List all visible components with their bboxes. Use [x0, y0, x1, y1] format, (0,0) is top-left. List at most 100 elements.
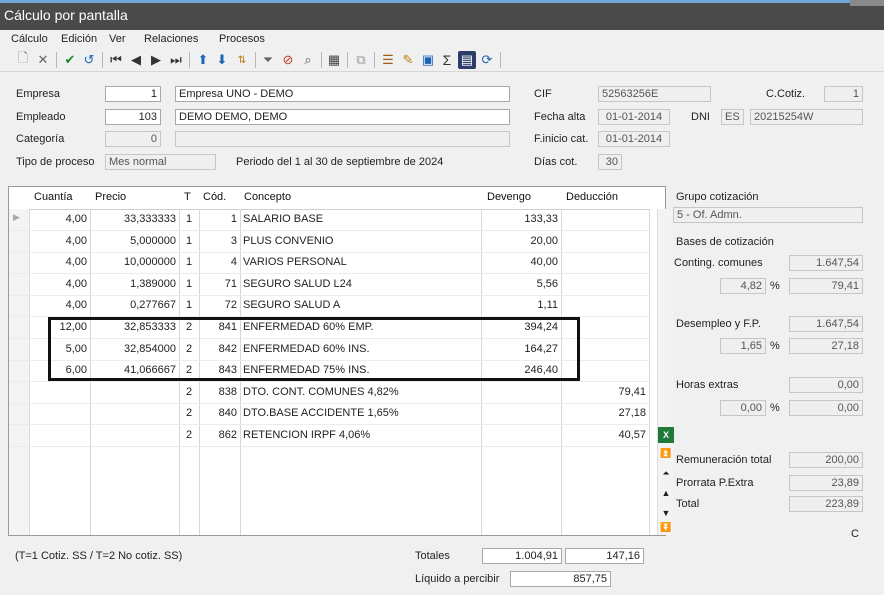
cell-cod[interactable]: 72 [199, 295, 240, 316]
sort-icon[interactable]: ⇅ [233, 51, 251, 69]
table-row[interactable]: 4,00 1,389000 1 71 SEGURO SALUD L24 5,56 [9, 274, 649, 295]
col-cuantia-header[interactable]: Cuantía [31, 187, 76, 209]
cell-cuantia[interactable]: 4,00 [29, 231, 90, 252]
cell-precio[interactable]: 1,389000 [90, 274, 179, 295]
search-icon[interactable]: ⌕ [299, 51, 317, 69]
new-icon[interactable]: 🗋 [14, 50, 32, 69]
scroll-top-icon[interactable]: ⏫ [658, 445, 674, 461]
cell-precio[interactable] [90, 382, 179, 403]
cell-cuantia[interactable]: 4,00 [29, 209, 90, 230]
menu-procesos[interactable]: Procesos [219, 33, 265, 45]
cell-cod[interactable]: 1 [199, 209, 240, 230]
filter-icon[interactable]: ⏷ [259, 51, 277, 69]
empleado-name-field[interactable]: DEMO DEMO, DEMO [175, 109, 510, 125]
cell-devengo[interactable] [481, 425, 561, 446]
cell-concepto[interactable]: DTO. CONT. COMUNES 4,82% [240, 382, 481, 403]
form-icon[interactable]: ▤ [458, 51, 476, 69]
cell-precio[interactable]: 10,000000 [90, 252, 179, 273]
grid-scrollbar[interactable]: X ⏫ ⏶ ▲ ▼ ⏬ [657, 209, 674, 535]
excel-icon[interactable]: X [658, 427, 674, 443]
cell-deduccion[interactable]: 27,18 [561, 403, 649, 424]
last-icon[interactable]: ⏭ [167, 51, 185, 69]
cell-cuantia[interactable]: 4,00 [29, 274, 90, 295]
cell-precio[interactable] [90, 403, 179, 424]
delete-icon[interactable]: ✕ [34, 51, 52, 69]
cell-precio[interactable]: 0,277667 [90, 295, 179, 316]
col-cod-header[interactable]: Cód. [200, 187, 229, 209]
cell-cod[interactable]: 840 [199, 403, 240, 424]
table-row[interactable]: 4,00 33,333333 1 1 SALARIO BASE 133,33 [9, 209, 649, 230]
cell-devengo[interactable] [481, 403, 561, 424]
scroll-pageup-icon[interactable]: ⏶ [658, 465, 674, 481]
cell-t[interactable]: 1 [179, 295, 199, 316]
cell-t[interactable]: 1 [179, 209, 199, 230]
concepts-grid[interactable]: Cuantía Precio T Cód. Concepto Devengo D… [8, 186, 674, 536]
cell-cuantia[interactable] [29, 403, 90, 424]
col-concepto-header[interactable]: Concepto [241, 187, 294, 209]
cell-deduccion[interactable] [561, 231, 649, 252]
cell-cuantia[interactable] [29, 382, 90, 403]
menu-edicion[interactable]: Edición [61, 33, 97, 45]
table-row[interactable]: 2 862 RETENCION IRPF 4,06% 40,57 [9, 425, 649, 446]
cell-concepto[interactable]: RETENCION IRPF 4,06% [240, 425, 481, 446]
first-icon[interactable]: ⏮ [107, 51, 125, 69]
next-icon[interactable]: ▶ [147, 51, 165, 69]
cell-cod[interactable]: 838 [199, 382, 240, 403]
empleado-code-field[interactable]: 103 [105, 109, 161, 125]
cell-cuantia[interactable] [29, 425, 90, 446]
cell-concepto[interactable]: DTO.BASE ACCIDENTE 1,65% [240, 403, 481, 424]
cell-devengo[interactable]: 40,00 [481, 252, 561, 273]
cell-deduccion[interactable] [561, 295, 649, 316]
cell-deduccion[interactable] [561, 209, 649, 230]
cell-precio[interactable]: 33,333333 [90, 209, 179, 230]
cell-cuantia[interactable]: 4,00 [29, 252, 90, 273]
cell-t[interactable]: 1 [179, 231, 199, 252]
cell-t[interactable]: 2 [179, 382, 199, 403]
col-deduccion-header[interactable]: Deducción [563, 187, 621, 209]
clear-filter-icon[interactable]: ⊘ [279, 51, 297, 69]
empresa-name-field[interactable]: Empresa UNO - DEMO [175, 86, 510, 102]
cell-precio[interactable]: 5,000000 [90, 231, 179, 252]
col-t-header[interactable]: T [181, 187, 194, 209]
cell-deduccion[interactable] [561, 252, 649, 273]
cell-cod[interactable]: 71 [199, 274, 240, 295]
accept-icon[interactable]: ✔ [61, 51, 79, 69]
menu-relaciones[interactable]: Relaciones [144, 33, 198, 45]
cell-cod[interactable]: 862 [199, 425, 240, 446]
col-devengo-header[interactable]: Devengo [484, 187, 534, 209]
scroll-up-icon[interactable]: ▲ [658, 485, 674, 501]
cell-concepto[interactable]: VARIOS PERSONAL [240, 252, 481, 273]
table-row[interactable]: 2 838 DTO. CONT. COMUNES 4,82% 79,41 [9, 382, 649, 403]
cell-precio[interactable] [90, 425, 179, 446]
cell-deduccion[interactable]: 40,57 [561, 425, 649, 446]
cell-devengo[interactable] [481, 382, 561, 403]
cell-devengo[interactable]: 5,56 [481, 274, 561, 295]
table-row[interactable]: 4,00 10,000000 1 4 VARIOS PERSONAL 40,00 [9, 252, 649, 273]
cell-cod[interactable]: 3 [199, 231, 240, 252]
table-row[interactable]: 2 840 DTO.BASE ACCIDENTE 1,65% 27,18 [9, 403, 649, 424]
table-row[interactable]: 4,00 0,277667 1 72 SEGURO SALUD A 1,11 [9, 295, 649, 316]
menu-calculo[interactable]: Cálculo [11, 33, 48, 45]
list-icon[interactable]: ☰ [379, 51, 397, 69]
cell-deduccion[interactable] [561, 274, 649, 295]
refresh-icon[interactable]: ⟳ [478, 51, 496, 69]
col-precio-header[interactable]: Precio [92, 187, 129, 209]
cell-cod[interactable]: 4 [199, 252, 240, 273]
move-down-icon[interactable]: ⬇ [213, 51, 231, 69]
cell-t[interactable]: 2 [179, 425, 199, 446]
undo-icon[interactable]: ↺ [80, 51, 98, 69]
cell-concepto[interactable]: SEGURO SALUD L24 [240, 274, 481, 295]
menu-ver[interactable]: Ver [109, 33, 126, 45]
scroll-bottom-icon[interactable]: ⏬ [658, 519, 674, 535]
prev-icon[interactable]: ◀ [127, 51, 145, 69]
cell-devengo[interactable]: 1,11 [481, 295, 561, 316]
cell-cuantia[interactable]: 4,00 [29, 295, 90, 316]
move-up-icon[interactable]: ⬆ [194, 51, 212, 69]
cell-devengo[interactable]: 20,00 [481, 231, 561, 252]
cell-t[interactable]: 2 [179, 403, 199, 424]
cell-deduccion[interactable]: 79,41 [561, 382, 649, 403]
cell-concepto[interactable]: SEGURO SALUD A [240, 295, 481, 316]
table-row[interactable]: 4,00 5,000000 1 3 PLUS CONVENIO 20,00 [9, 231, 649, 252]
edit-icon[interactable]: ✎ [399, 51, 417, 69]
empresa-code-field[interactable]: 1 [105, 86, 161, 102]
